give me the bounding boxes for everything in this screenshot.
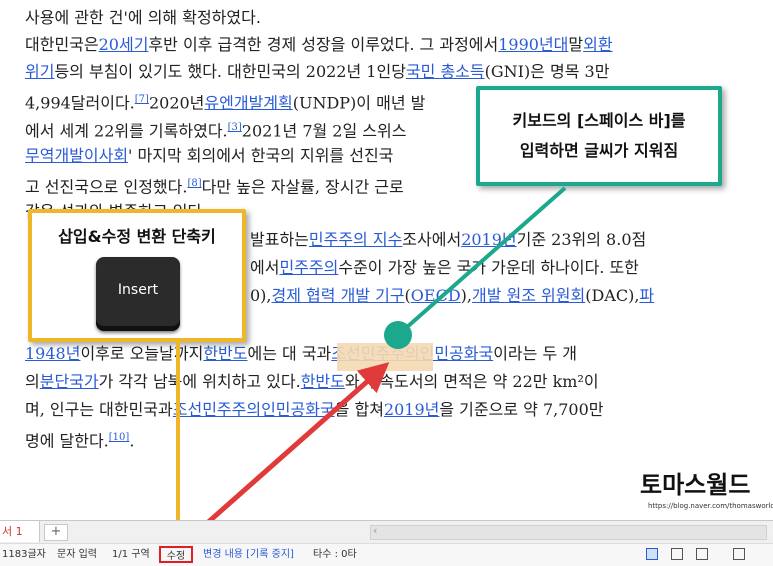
text-run: 말 xyxy=(568,35,584,54)
hyperlink[interactable]: 한반도 xyxy=(203,344,247,363)
text-run: 2020년 xyxy=(148,93,205,113)
page-view-icon[interactable] xyxy=(646,548,658,560)
sheet-tab[interactable]: 서 1 xyxy=(0,521,40,542)
text-run: 0), xyxy=(250,286,272,305)
hyperlink[interactable]: 분단국가 xyxy=(40,372,99,391)
text-run: 후반 이후 급격한 경제 성장을 이루었다. 그 과정에서 xyxy=(148,35,499,54)
hyperlink[interactable]: 20세기 xyxy=(99,35,149,54)
text-run: 국과 xyxy=(301,344,332,363)
text-run: 2021년 7월 2일 스위스 xyxy=(241,121,407,141)
hyperlink[interactable]: 개발 원조 위원회 xyxy=(472,286,585,305)
hyperlink[interactable]: 경제 협력 개발 기구 xyxy=(272,286,405,305)
text-run: 이라는 두 개 xyxy=(493,344,577,363)
text-run: (GNI)은 명목 3만 xyxy=(484,62,610,81)
document-line[interactable]: 고 선진국으로 인정했다.[8]다만 높은 자살률, 장시간 근로 xyxy=(25,174,404,197)
document-area[interactable]: 사용에 관한 건'에 의해 확정하였다. 대한민국은20세기후반 이후 급격한 경… xyxy=(0,0,773,520)
text-run: ), xyxy=(460,286,472,305)
zoom-icon[interactable] xyxy=(733,548,745,560)
scroll-left-icon[interactable]: ‹ xyxy=(373,524,377,537)
footnote-ref[interactable]: [3] xyxy=(228,122,242,133)
sheet-tab-bar: 서 1 + ‹ xyxy=(0,520,773,543)
text-run: 에는 대 xyxy=(247,344,297,363)
document-line[interactable]: 사용에 관한 건'에 의해 확정하였다. xyxy=(25,8,261,28)
insert-key-icon: Insert xyxy=(96,257,180,331)
edit-mode-indicator[interactable]: 수정 xyxy=(159,546,193,563)
text-run: 사용에 관한 건'에 의해 확정하였다. xyxy=(25,8,261,27)
text-run: 에서 세계 22위를 기록하였다. xyxy=(25,121,228,141)
hyperlink[interactable]: 2019년 xyxy=(384,400,439,419)
text-run: (DAC), xyxy=(585,286,640,305)
input-mode[interactable]: 문자 입력 xyxy=(57,544,97,566)
horizontal-scrollbar[interactable]: ‹ xyxy=(370,524,767,540)
hyperlink[interactable]: 국민 총소득 xyxy=(406,62,485,81)
text-run: 등의 부침이 있기도 했다. 대한민국의 2022년 1인당 xyxy=(54,62,406,81)
hyperlink[interactable]: 한반도 xyxy=(301,372,345,391)
callout-line-1: 키보드의 [스페이스 바]를 xyxy=(512,111,686,130)
document-line[interactable]: 위기등의 부침이 있기도 했다. 대한민국의 2022년 1인당국민 총소득(G… xyxy=(25,62,609,82)
track-changes-status[interactable]: 변경 내용 [기록 중지] xyxy=(203,544,294,566)
hyperlink[interactable]: 무역개발이사회 xyxy=(25,146,128,165)
hyperlink[interactable]: 조선민주주의인민공화국 xyxy=(173,400,335,419)
text-run: 을 기준으로 약 7,700만 xyxy=(439,400,604,419)
document-line[interactable]: 에서 세계 22위를 기록하였다.[3]2021년 7월 2일 스위스 xyxy=(25,118,406,141)
add-tab-button[interactable]: + xyxy=(44,524,68,541)
hyperlink[interactable]: 1990년대 xyxy=(498,35,568,54)
text-run: 수준이 가장 높은 국가 가운데 하나이다. 또한 xyxy=(338,258,639,277)
document-line[interactable]: 4,994달러이다.[7]2020년유엔개발계획(UNDP)이 매년 발 xyxy=(25,90,425,113)
document-line[interactable]: 무역개발이사회' 마지막 회의에서 한국의 지위를 선진국 xyxy=(25,146,393,166)
callout-line-2: 입력하면 글씨가 지워짐 xyxy=(519,141,679,160)
hyperlink[interactable]: 민주주의 지수 xyxy=(309,230,402,249)
hyperlink[interactable]: 위기 xyxy=(25,62,54,81)
text-run: 고 선진국으로 인정했다. xyxy=(25,177,188,197)
erased-text-highlight xyxy=(337,343,433,371)
text-run: 조사에서 xyxy=(402,230,462,249)
status-bar: 1183글자 문자 입력 1/1 구역 수정 변경 내용 [기록 중지] 타수 … xyxy=(0,543,773,566)
hyperlink[interactable]: 외환 xyxy=(583,35,612,54)
text-run: 에서 xyxy=(250,258,280,277)
footnote-ref[interactable]: [10] xyxy=(109,432,130,443)
document-line[interactable]: 발표하는민주주의 지수조사에서2019년기준 23위의 8.0점 xyxy=(250,230,646,250)
text-run: 발표하는 xyxy=(250,230,309,249)
section-indicator[interactable]: 1/1 구역 xyxy=(112,544,150,566)
hyperlink[interactable]: 유엔개발계획 xyxy=(204,93,292,112)
insert-key-label: Insert xyxy=(117,282,159,298)
insert-key-callout: 삽입&수정 변환 단축키 Insert xyxy=(28,209,246,342)
space-bar-callout: 키보드의 [스페이스 바]를 입력하면 글씨가 지워짐 xyxy=(476,86,722,186)
document-line[interactable]: 에서민주주의수준이 가장 높은 국가 가운데 하나이다. 또한 xyxy=(250,258,639,278)
text-run: 명에 달한다. xyxy=(25,431,109,451)
document-line[interactable]: 명에 달한다.[10]. xyxy=(25,428,134,451)
keystroke-count: 타수 : 0타 xyxy=(313,549,357,560)
document-line[interactable]: 1948년이후로 오늘날까지한반도에는 대 국과조선민주주의인민공화국이라는 두… xyxy=(25,344,577,364)
char-count: 1183글자 xyxy=(2,549,46,560)
hyperlink[interactable]: 민주주의 xyxy=(279,258,338,277)
document-line[interactable]: 의분단국가가 각각 남북에 위치하고 있다.한반도와 부속도서의 면적은 약 2… xyxy=(25,372,599,392)
full-page-view-icon[interactable] xyxy=(696,548,708,560)
width-view-icon[interactable] xyxy=(671,548,683,560)
text-run: . xyxy=(129,431,135,451)
text-run: 4,994달러이다. xyxy=(25,93,135,113)
text-run: 와 부속도서의 면적은 약 22만 km²이 xyxy=(344,372,599,391)
hyperlink[interactable]: 2019년 xyxy=(461,230,516,249)
callout-title: 삽입&수정 변환 단축키 xyxy=(58,227,216,246)
text-run: (UNDP)이 매년 발 xyxy=(292,93,426,113)
text-run: ' 마지막 회의에서 한국의 지위를 선진국 xyxy=(128,146,394,165)
document-line[interactable]: 0),경제 협력 개발 기구(OECD),개발 원조 위원회(DAC),파 xyxy=(250,286,654,306)
text-run: 기준 23위의 8.0점 xyxy=(516,230,647,249)
footnote-ref[interactable]: [8] xyxy=(187,178,201,189)
document-line[interactable]: 대한민국은20세기후반 이후 급격한 경제 성장을 이루었다. 그 과정에서19… xyxy=(25,35,613,55)
hyperlink[interactable]: OECD xyxy=(411,286,461,305)
brand-url: https://blog.naver.com/thomasworld xyxy=(648,502,773,510)
text-run: 가 각각 남북에 위치하고 있다. xyxy=(98,372,301,391)
text-run: 이후로 오늘날까지 xyxy=(80,344,204,363)
text-run: 대한민국은 xyxy=(25,35,99,54)
hyperlink[interactable]: 파 xyxy=(639,286,654,305)
hyperlink[interactable]: 1948년 xyxy=(25,344,80,363)
text-run: 을 합쳐 xyxy=(334,400,384,419)
text-run: 며, 인구는 대한민국과 xyxy=(25,400,173,419)
text-run: 의 xyxy=(25,372,40,391)
brand-logo: 토마스월드 xyxy=(640,471,751,499)
document-line[interactable]: 며, 인구는 대한민국과조선민주주의인민공화국을 합쳐2019년을 기준으로 약… xyxy=(25,400,603,420)
text-run: 다만 높은 자살률, 장시간 근로 xyxy=(201,177,404,197)
footnote-ref[interactable]: [7] xyxy=(135,94,149,105)
